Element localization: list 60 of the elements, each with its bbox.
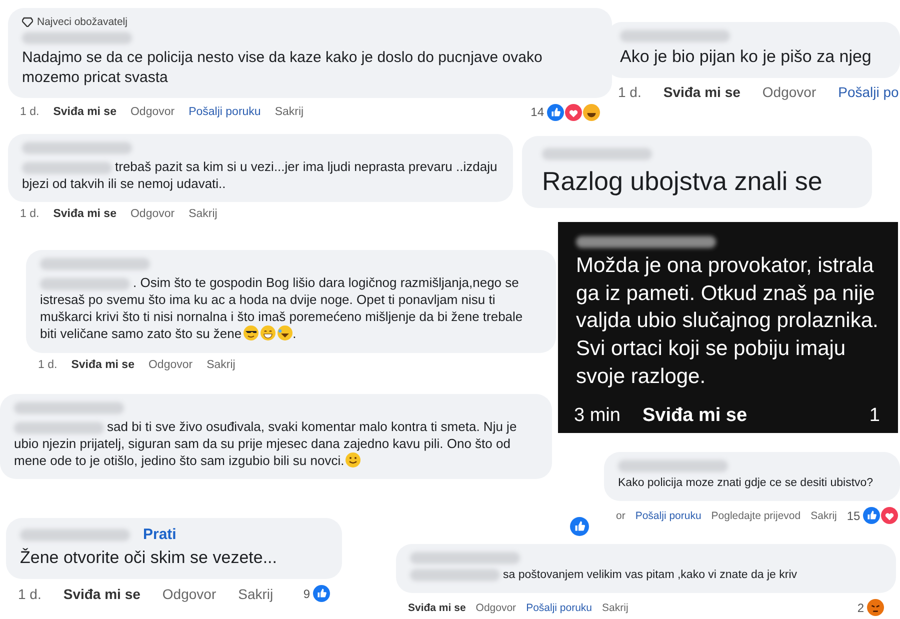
- message-link[interactable]: Pošalji poruku: [635, 510, 702, 522]
- action-link[interactable]: Odgovor: [162, 586, 216, 602]
- timestamp: 1 d.: [618, 84, 642, 100]
- reaction-count: 1: [869, 404, 880, 427]
- comment-text: Nadajmo se da ce policija nesto vise da kaze kako je doslo do pucnjave ovako mozemo pricat svasta: [22, 48, 544, 88]
- action-link[interactable]: Sakrij: [810, 510, 837, 522]
- action-link[interactable]: or: [616, 510, 626, 522]
- message-link[interactable]: Pošalji po: [838, 84, 899, 100]
- comment-text: sad bi ti sve živo osuđivala, svaki komentar malo kontra ti smeta. Nju je ubio njezin prijatelj, siguran sam da su prije mjesec dana zajedno kavu pili. Ono što od mene ode to je otišlo, jedino što sam izgubio bili su novci.: [14, 418, 518, 470]
- like-link[interactable]: Sviđa mi se: [71, 358, 134, 371]
- action-link[interactable]: Odgovor: [130, 208, 175, 220]
- reaction-count: 9: [303, 586, 310, 601]
- message-link[interactable]: Pošalji poruku: [188, 106, 261, 118]
- comment-text: sa poštovanjem velikim vas pitam ,kako vi znate da je kriv: [410, 568, 882, 584]
- comment-text: Žene otvorite oči skim se vezete...: [20, 547, 278, 569]
- like-reaction-icon: [313, 585, 330, 602]
- action-link[interactable]: Odgovor: [762, 84, 816, 100]
- reaction-count: 14: [530, 105, 544, 120]
- comment-text: . Osim što te gospodin Bog lišio dara logičnog razmišljanja,nego se istresaš po svemu što ima ku ac a hoda na dvije noge. Opet ti ponavljam nisu ti muškarci krivi što ti nisi nornalna i što imaš poremećeno mišljenje da bi žene trebale biti veličane samo zato što su žene .: [40, 274, 524, 343]
- love-reaction-icon: [565, 104, 582, 121]
- action-link[interactable]: Sakrij: [206, 358, 236, 371]
- comment-text: Kako policija moze znati gdje ce se desiti ubistvo?: [618, 476, 874, 491]
- action-link[interactable]: Odgovor: [148, 358, 193, 371]
- diamond-icon: [22, 17, 33, 27]
- cool-emoji-icon: [242, 325, 259, 342]
- like-link[interactable]: Sviđa mi se: [63, 586, 140, 602]
- like-reaction-icon: [547, 104, 564, 121]
- like-reaction-icon: [863, 507, 880, 524]
- message-link[interactable]: Pošalji poruku: [526, 602, 592, 614]
- action-link[interactable]: Pogledajte prijevod: [711, 510, 801, 522]
- laugh-emoji-icon: [276, 325, 293, 342]
- action-link[interactable]: Odgovor: [130, 106, 175, 118]
- comment-text: Možda je ona provokator, istrala ga iz pameti. Otkud znaš pa nije valjda ubio slučajnog prolaznika. Svi ortaci koji se pobiju imaju svoje razloge.: [576, 253, 880, 390]
- comment-text: Ako je bio pijan ko je pišo za njeg: [620, 46, 872, 68]
- timestamp: 3 min: [574, 404, 620, 427]
- action-link[interactable]: Sakrij: [602, 602, 628, 614]
- action-link[interactable]: Sakrij: [188, 208, 218, 220]
- comment-text: trebaš pazit sa kim si u vezi...jer ima ljudi neprasta prevaru ..izdaju bjezi od takvih ili se nemoj udavati..: [22, 158, 498, 192]
- headline-text: Razlog ubojstva znali se: [542, 165, 824, 198]
- timestamp: 1 d.: [18, 586, 42, 602]
- timestamp: 1 d.: [20, 208, 40, 220]
- timestamp: 1 d.: [20, 106, 40, 118]
- smile-emoji-icon: [345, 452, 362, 468]
- reaction-count: 2: [857, 600, 864, 615]
- fan-label: Najveci obožavatelj: [37, 16, 128, 28]
- follow-link[interactable]: Prati: [143, 526, 176, 543]
- action-link[interactable]: Odgovor: [476, 602, 516, 614]
- action-link[interactable]: Sakrij: [274, 106, 304, 118]
- haha-reaction-icon: [583, 104, 600, 121]
- grin-emoji-icon: [260, 325, 276, 342]
- reaction-count: 15: [846, 508, 860, 523]
- like-link[interactable]: Sviđa mi se: [53, 208, 116, 220]
- like-reaction-icon: [570, 517, 589, 536]
- like-link[interactable]: Sviđa mi se: [408, 602, 466, 614]
- like-link[interactable]: Sviđa mi se: [663, 84, 740, 100]
- action-link[interactable]: Sakrij: [238, 586, 274, 602]
- like-link[interactable]: Sviđa mi se: [642, 404, 748, 427]
- timestamp: 1 d.: [38, 358, 58, 371]
- angry-reaction-icon: [867, 599, 884, 616]
- like-link[interactable]: Sviđa mi se: [53, 106, 116, 118]
